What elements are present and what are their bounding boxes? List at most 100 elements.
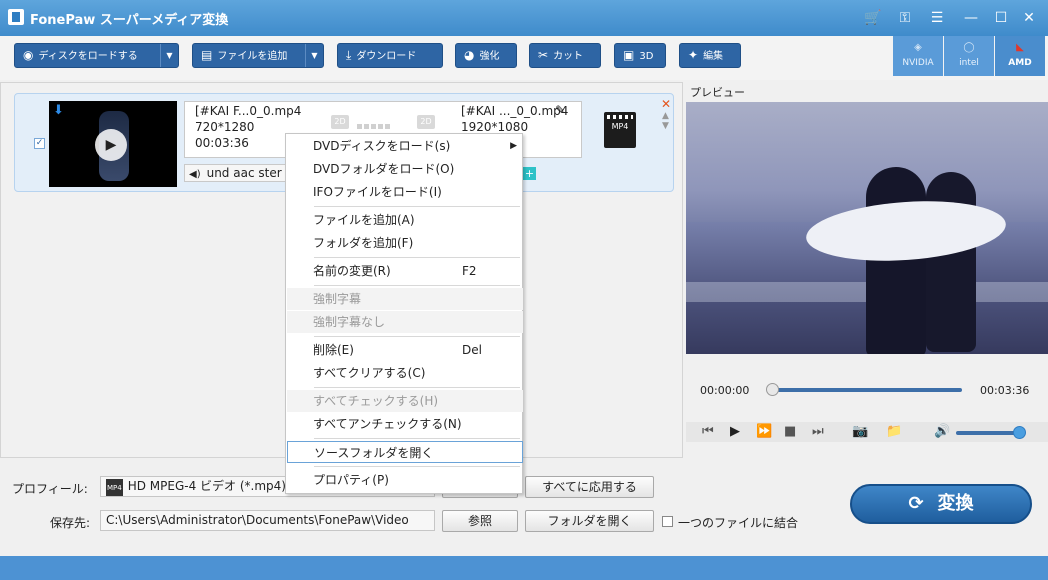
output-filename: [#KAI ..._0_0.mp4 <box>461 104 569 118</box>
menu-separator <box>314 206 520 207</box>
3d-button[interactable]: ▣ 3D <box>614 43 666 68</box>
menu-item-label: フォルダを追加(F) <box>313 236 414 250</box>
menu-item-label: DVDディスクをロード(s) <box>313 139 451 153</box>
preview-panel: プレビュー 00:00:00 00:03:36 ⏮ ▶ ⏩ ■ ⏭ 📷 📁 🔊 <box>686 82 1048 458</box>
file-add-icon: ▤ <box>201 48 213 62</box>
menu-item-uncheck-all[interactable]: すべてアンチェックする(N) <box>287 413 523 435</box>
download-button[interactable]: ⤓ ダウンロード <box>337 43 443 68</box>
sparkle-icon: ✦ <box>688 48 699 62</box>
menu-item-properties[interactable]: プロパティ(P) <box>287 469 523 491</box>
seek-knob[interactable] <box>766 383 779 396</box>
profile-label: プロフィール: <box>12 482 88 496</box>
menu-item-clear-all[interactable]: すべてクリアする(C) <box>287 362 523 384</box>
volume-slider[interactable] <box>956 426 1026 439</box>
volume-icon[interactable]: 🔊 <box>934 424 950 439</box>
move-down-icon[interactable]: ▼ <box>662 121 669 131</box>
menu-item-load-dvd-folder[interactable]: DVDフォルダをロード(O) <box>287 158 523 180</box>
stop-icon[interactable]: ■ <box>784 424 796 439</box>
cut-button[interactable]: ✂ カット <box>529 43 601 68</box>
menu-icon[interactable]: ☰ <box>928 9 946 27</box>
merge-checkbox[interactable] <box>662 516 673 527</box>
gpu-intel[interactable]: ◯ intel <box>944 36 994 76</box>
enhance-button[interactable]: ◕ 強化 <box>455 43 517 68</box>
add-file-label: ファイルを追加 <box>217 51 288 62</box>
merge-label: 一つのファイルに結合 <box>678 516 799 530</box>
gpu-amd[interactable]: ◣ AMD <box>995 36 1045 76</box>
apply-all-button[interactable]: すべてに応用する <box>525 476 654 498</box>
chevron-down-icon[interactable]: ▼ <box>160 44 178 67</box>
skip-back-icon[interactable]: ⏮ <box>702 424 714 439</box>
file-checkbox[interactable]: ✓ <box>34 138 45 149</box>
mp4-format-icon[interactable]: MP4 <box>604 112 636 148</box>
open-folder-button[interactable]: フォルダを開く <box>525 510 654 532</box>
add-file-button[interactable]: ▤ ファイルを追加 ▼ <box>192 43 324 68</box>
menu-item-add-folder[interactable]: フォルダを追加(F) <box>287 232 523 254</box>
minimize-icon[interactable]: — <box>962 9 980 27</box>
chevron-down-icon[interactable]: ▼ <box>305 44 323 67</box>
palette-icon: ◕ <box>464 48 475 62</box>
title-bar: FonePaw スーパーメディア変換 🛒 ⚿ ☰ — ☐ ✕ <box>0 0 1048 36</box>
load-disc-button[interactable]: ◉ ディスクをロードする ▼ <box>14 43 179 68</box>
menu-item-label: ソースフォルダを開く <box>314 446 434 460</box>
convert-label: 変換 <box>937 493 974 514</box>
menu-item-delete[interactable]: 削除(E) Del <box>287 339 523 361</box>
play-icon[interactable]: ▶ <box>730 424 740 439</box>
folder-icon[interactable]: 📁 <box>886 424 902 439</box>
camera-icon[interactable]: 📷 <box>852 424 868 439</box>
context-menu: DVDディスクをロード(s) ▶ DVDフォルダをロード(O) IFOファイルをロ… <box>285 133 523 494</box>
seek-slider[interactable] <box>766 383 962 396</box>
download-label: ダウンロード <box>356 51 417 62</box>
menu-item-load-ifo[interactable]: IFOファイルをロード(I) <box>287 181 523 203</box>
menu-item-add-file[interactable]: ファイルを追加(A) <box>287 209 523 231</box>
skip-forward-icon[interactable]: ⏭ <box>812 424 824 439</box>
add-subtitle-icon[interactable]: + <box>523 167 536 180</box>
cut-label: カット <box>553 51 584 62</box>
menu-item-label: すべてアンチェックする(N) <box>313 417 462 431</box>
volume-knob[interactable] <box>1013 426 1026 439</box>
pencil-icon[interactable]: ✎ <box>555 103 565 117</box>
menu-separator <box>314 387 520 388</box>
close-icon[interactable]: ✕ <box>1020 9 1038 27</box>
move-up-icon[interactable]: ▲ <box>662 111 669 121</box>
browse-button[interactable]: 参照 <box>442 510 518 532</box>
app-logo-icon <box>8 9 24 25</box>
preview-label: プレビュー <box>690 86 745 99</box>
menu-item-no-forced-subtitles: 強制字幕なし <box>287 311 523 333</box>
menu-item-open-source-folder[interactable]: ソースフォルダを開く <box>287 441 523 463</box>
save-label: 保存先: <box>50 516 91 530</box>
menu-item-forced-subtitles: 強制字幕 <box>287 288 523 310</box>
cart-icon[interactable]: 🛒 <box>864 9 882 27</box>
output-settings: プロフィール: MP4 HD MPEG-4 ビデオ (*.mp4) すべてに応用す… <box>0 460 1048 554</box>
menu-shortcut: F2 <box>462 264 477 278</box>
menu-shortcut: Del <box>462 343 482 357</box>
audio-track-select[interactable]: ◀) und aac ster <box>184 164 288 182</box>
play-icon[interactable]: ▶ <box>95 129 127 161</box>
nvidia-logo-icon: ◈ <box>914 42 922 53</box>
speaker-icon: ◀) <box>189 169 201 180</box>
amd-logo-icon: ◣ <box>1016 42 1024 53</box>
menu-item-load-dvd-disc[interactable]: DVDディスクをロード(s) ▶ <box>287 135 523 157</box>
menu-item-label: すべてクリアする(C) <box>313 366 426 380</box>
save-path-field[interactable]: C:\Users\Administrator\Documents\FonePaw… <box>100 510 435 531</box>
preview-surfer <box>926 172 976 352</box>
remove-file-icon[interactable]: ✕ <box>661 97 671 111</box>
3d-label: 3D <box>639 51 654 62</box>
edit-button[interactable]: ✦ 編集 <box>679 43 741 68</box>
gpu-nvidia[interactable]: ◈ NVIDIA <box>893 36 943 76</box>
3d-icon: ▣ <box>623 48 635 62</box>
menu-item-rename[interactable]: 名前の変更(R) F2 <box>287 260 523 282</box>
gpu-label: intel <box>959 58 979 68</box>
profile-value: HD MPEG-4 ビデオ (*.mp4) <box>127 479 286 493</box>
menu-separator <box>314 438 520 439</box>
enhance-label: 強化 <box>479 51 500 62</box>
convert-arrow-icon <box>357 118 401 132</box>
convert-button[interactable]: ⟳ 変換 <box>850 484 1032 524</box>
video-thumbnail[interactable]: ▶ ⬇ <box>49 101 177 187</box>
fast-forward-icon[interactable]: ⏩ <box>756 424 772 439</box>
menu-item-label: DVDフォルダをロード(O) <box>313 162 455 176</box>
submenu-arrow-icon: ▶ <box>510 141 517 151</box>
key-icon[interactable]: ⚿ <box>896 9 914 27</box>
maximize-icon[interactable]: ☐ <box>992 9 1010 27</box>
current-time: 00:00:00 <box>700 384 750 397</box>
menu-item-check-all: すべてチェックする(H) <box>287 390 523 412</box>
